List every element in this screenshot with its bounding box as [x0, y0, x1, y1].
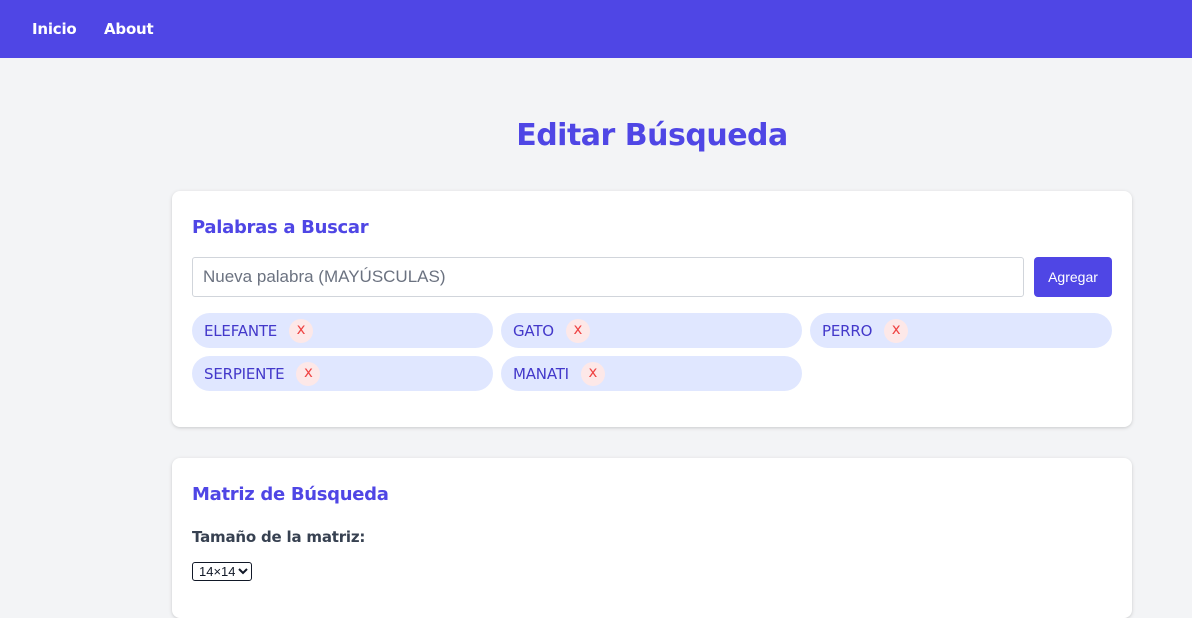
word-chip-label: ELEFANTE — [204, 321, 278, 340]
add-word-button[interactable]: Agregar — [1034, 257, 1112, 297]
matrix-heading: Matriz de Búsqueda — [192, 484, 389, 505]
words-heading: Palabras a Buscar — [192, 217, 369, 238]
word-chip: GATO x — [501, 313, 802, 348]
remove-word-button[interactable]: x — [884, 318, 909, 343]
remove-word-button[interactable]: x — [580, 361, 605, 386]
remove-word-button[interactable]: x — [296, 361, 321, 386]
word-chip-label: MANATI — [513, 364, 569, 383]
word-chip-label: SERPIENTE — [204, 364, 285, 383]
nav-link-about[interactable]: About — [104, 20, 154, 38]
word-chip-label: PERRO — [822, 321, 873, 340]
top-navbar: Inicio About — [0, 0, 1192, 58]
word-chip: MANATI x — [501, 356, 802, 391]
word-chip-list: ELEFANTE x GATO x PERRO x SERPIENTE x MA… — [192, 313, 1112, 391]
remove-word-button[interactable]: x — [289, 318, 314, 343]
matrix-size-select[interactable]: 14×14 — [192, 562, 252, 581]
word-chip: ELEFANTE x — [192, 313, 493, 348]
word-chip-label: GATO — [513, 321, 554, 340]
matrix-card: Matriz de Búsqueda Tamaño de la matriz: … — [172, 458, 1132, 618]
word-chip: PERRO x — [810, 313, 1112, 348]
words-card: Palabras a Buscar Agregar ELEFANTE x GAT… — [172, 191, 1132, 427]
word-chip: SERPIENTE x — [192, 356, 493, 391]
nav-link-inicio[interactable]: Inicio — [32, 20, 77, 38]
new-word-input[interactable] — [192, 257, 1024, 297]
page-title: Editar Búsqueda — [516, 118, 788, 153]
remove-word-button[interactable]: x — [565, 318, 590, 343]
matrix-size-label: Tamaño de la matriz: — [192, 528, 366, 546]
